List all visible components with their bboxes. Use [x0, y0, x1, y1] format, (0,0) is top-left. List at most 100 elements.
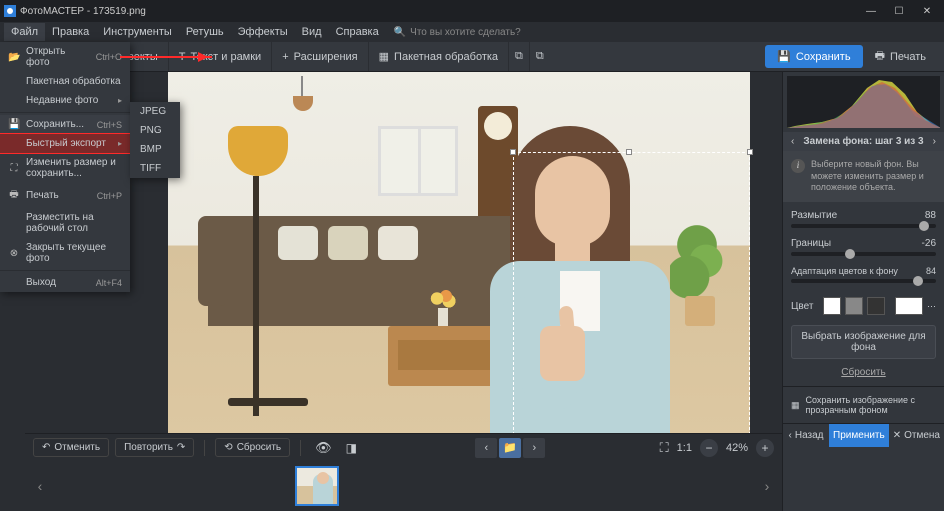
color-row: Цвет ⋯ — [783, 291, 944, 321]
menu-retouch[interactable]: Ретушь — [179, 23, 231, 41]
chevron-right-icon: ▸ — [118, 96, 122, 105]
compare-icon[interactable]: ◨ — [342, 441, 361, 455]
menu-effects[interactable]: Эффекты — [231, 23, 295, 41]
strip-prev[interactable]: ‹ — [33, 466, 47, 506]
menu-search[interactable]: 🔍 Что вы хотите сделать? — [394, 27, 521, 38]
step-prev[interactable]: ‹ — [791, 136, 794, 147]
swatch-dark[interactable] — [867, 297, 885, 315]
redo-button[interactable]: Повторить↷ — [115, 438, 194, 457]
edges-handle[interactable] — [845, 249, 855, 259]
slider-blur: Размытие88 — [791, 210, 936, 228]
print-button[interactable]: 🖶Печать — [863, 42, 938, 71]
photo-canvas[interactable] — [168, 72, 750, 433]
tool-batch[interactable]: ▦Пакетная обработка — [369, 42, 509, 71]
slider-adapt: Адаптация цветов к фону84 — [791, 266, 936, 283]
titlebar: ФотоМАСТЕР - 173519.png — ☐ ✕ — [0, 0, 944, 22]
undo-button[interactable]: ↶Отменить — [33, 438, 109, 457]
folder-icon: 📂 — [8, 52, 20, 63]
tool-paste[interactable]: ⧉ — [530, 42, 550, 71]
resize-icon: ⛶ — [8, 163, 20, 174]
chevron-left-icon: ‹ — [789, 430, 792, 441]
selection-border[interactable] — [513, 152, 750, 434]
info-box: i Выберите новый фон. Вы можете изменить… — [783, 151, 944, 202]
menu-help[interactable]: Справка — [329, 23, 386, 41]
blur-track[interactable] — [791, 224, 936, 228]
save-icon: 💾 — [777, 50, 791, 63]
dd-desktop[interactable]: Разместить на рабочий стол — [0, 208, 130, 238]
selection-handle-tr[interactable] — [747, 149, 753, 155]
undo-icon: ↶ — [42, 442, 50, 453]
save-button[interactable]: 💾Сохранить — [765, 45, 862, 68]
swatch-white[interactable] — [823, 297, 841, 315]
apply-button[interactable]: Применить — [829, 424, 889, 447]
zoom-out[interactable]: − — [700, 439, 718, 457]
reset-icon: ⟲ — [224, 442, 232, 453]
blur-handle[interactable] — [919, 221, 929, 231]
dd-exit[interactable]: ВыходAlt+F4 — [0, 273, 130, 292]
chevron-right-icon: ▸ — [118, 139, 122, 148]
back-button[interactable]: ‹Назад — [783, 424, 829, 447]
export-tiff[interactable]: TIFF — [130, 159, 180, 178]
menu-edit[interactable]: Правка — [45, 23, 96, 41]
selection-handle-tl[interactable] — [510, 149, 516, 155]
transparency-icon: ▦ — [791, 400, 800, 411]
menu-view[interactable]: Вид — [295, 23, 329, 41]
dd-quick-export[interactable]: Быстрый экспорт▸ — [0, 134, 130, 153]
ratio-button[interactable]: 1:1 — [677, 442, 692, 454]
adapt-handle[interactable] — [913, 276, 923, 286]
dd-save[interactable]: 💾Сохранить...Ctrl+S — [0, 115, 130, 134]
annotation-arrow — [120, 56, 212, 58]
reset-button[interactable]: ⟲Сбросить — [215, 438, 290, 457]
close-icon: ✕ — [893, 430, 901, 441]
dd-resize[interactable]: ⛶Изменить размер и сохранить... — [0, 153, 130, 183]
zoom-in[interactable]: + — [756, 439, 774, 457]
edges-value: -26 — [922, 238, 936, 249]
tool-copy[interactable]: ⧉ — [509, 42, 530, 71]
close-button[interactable]: ✕ — [914, 2, 940, 20]
panel-reset-link[interactable]: Сбросить — [783, 363, 944, 382]
step-title: Замена фона: шаг 3 из 3 — [803, 136, 923, 147]
tool-extensions[interactable]: +Расширения — [272, 42, 368, 71]
nav-next[interactable]: › — [523, 438, 545, 458]
thumbnail-current[interactable] — [295, 466, 339, 506]
color-more[interactable]: ⋯ — [927, 301, 936, 312]
eye-icon[interactable]: 👁 — [311, 440, 336, 456]
adapt-track[interactable] — [791, 279, 936, 283]
copy-icon: ⧉ — [515, 50, 523, 63]
export-bmp[interactable]: BMP — [130, 140, 180, 159]
menubar: Файл Правка Инструменты Ретушь Эффекты В… — [0, 22, 944, 42]
fit-icon[interactable]: ⛶ — [660, 440, 669, 456]
histogram — [787, 76, 940, 128]
step-next[interactable]: › — [933, 136, 936, 147]
edges-track[interactable] — [791, 252, 936, 256]
cancel-button[interactable]: ✕Отмена — [889, 424, 944, 447]
nav-folder[interactable]: 📁 — [499, 438, 521, 458]
strip-next[interactable]: › — [760, 466, 774, 506]
dd-recent[interactable]: Недавние фото▸ — [0, 91, 130, 110]
selection-handle-tm[interactable] — [626, 149, 632, 155]
dd-open[interactable]: 📂Открыть фотоCtrl+O — [0, 42, 130, 72]
print-icon: 🖶 — [875, 47, 885, 66]
dd-print[interactable]: 🖶ПечатьCtrl+P — [0, 183, 130, 208]
menu-tools[interactable]: Инструменты — [96, 23, 179, 41]
nav-prev[interactable]: ‹ — [475, 438, 497, 458]
maximize-button[interactable]: ☐ — [886, 2, 912, 20]
choose-bg-button[interactable]: Выбрать изображение для фона — [791, 325, 936, 359]
thumbnail-strip: ‹ › — [25, 461, 782, 511]
batch-icon: ▦ — [379, 50, 389, 63]
search-placeholder: Что вы хотите сделать? — [410, 27, 521, 38]
minimize-button[interactable]: — — [858, 2, 884, 20]
swatch-custom[interactable] — [895, 297, 923, 315]
save-alpha-row[interactable]: ▦ Сохранить изображение с прозрачным фон… — [783, 386, 944, 423]
app-icon — [4, 5, 16, 17]
export-png[interactable]: PNG — [130, 121, 180, 140]
bottom-bar: ↶Отменить Повторить↷ ⟲Сбросить 👁 ◨ ‹ 📁 ›… — [25, 433, 782, 461]
redo-icon: ↷ — [177, 442, 185, 453]
close-icon: ⊗ — [8, 248, 20, 259]
print-icon: 🖶 — [8, 187, 20, 204]
dd-batch[interactable]: Пакетная обработка — [0, 72, 130, 91]
dd-close[interactable]: ⊗Закрыть текущее фото — [0, 238, 130, 268]
menu-file[interactable]: Файл — [4, 23, 45, 41]
swatch-gray[interactable] — [845, 297, 863, 315]
export-jpeg[interactable]: JPEG — [130, 102, 180, 121]
